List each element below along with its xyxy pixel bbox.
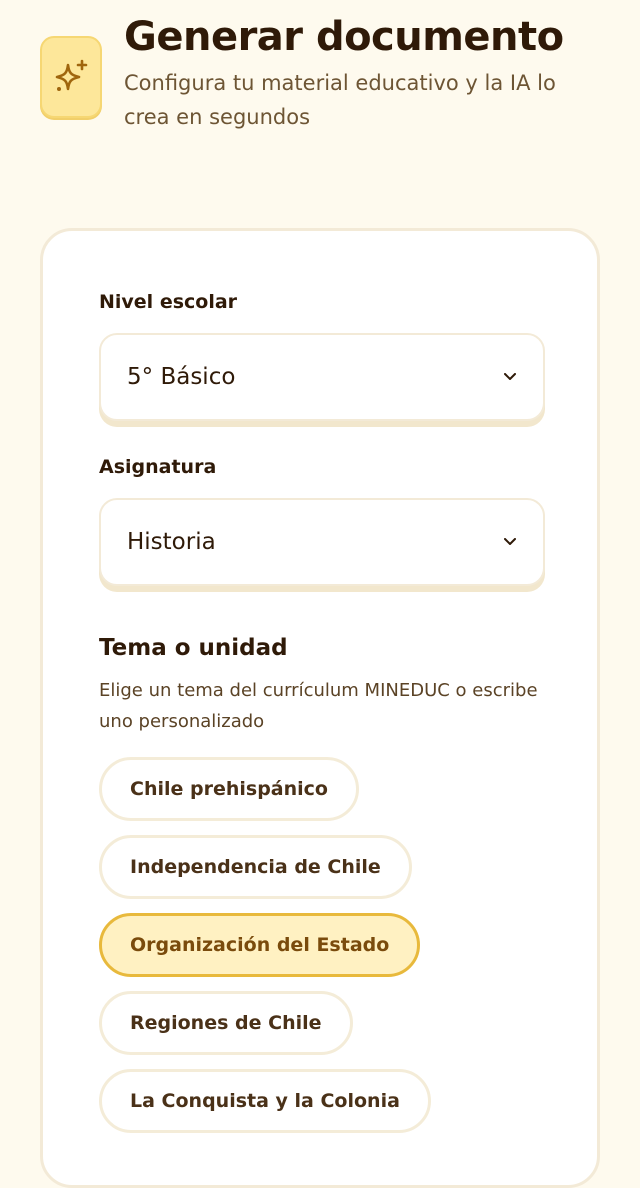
form-card: Nivel escolar 5° Básico Asignatura Histo… (40, 228, 600, 1188)
topic-chip-conquista-colonia[interactable]: La Conquista y la Colonia (99, 1069, 431, 1133)
subject-select[interactable]: Historia (99, 498, 545, 586)
level-label: Nivel escolar (99, 291, 238, 313)
topic-chip-independencia[interactable]: Independencia de Chile (99, 835, 412, 899)
topic-section-hint: Elige un tema del currículum MINEDUC o e… (99, 680, 538, 732)
sparkles-icon (40, 36, 102, 118)
topic-section-title: Tema o unidad (99, 635, 288, 661)
subject-select-value: Historia (127, 529, 216, 555)
level-select-value: 5° Básico (127, 364, 236, 390)
topic-chip-organizacion-estado[interactable]: Organización del Estado (99, 913, 421, 977)
chevron-down-icon (503, 535, 517, 549)
page-subtitle: Configura tu material educativo y la IA … (124, 71, 556, 129)
page-header: Generar documento Configura tu material … (0, 0, 640, 200)
subject-label: Asignatura (99, 456, 217, 478)
chevron-down-icon (503, 370, 517, 384)
topic-chip-chile-prehispanico[interactable]: Chile prehispánico (99, 757, 359, 821)
level-select[interactable]: 5° Básico (99, 333, 545, 421)
page-title: Generar documento (124, 14, 564, 60)
topic-chip-regiones[interactable]: Regiones de Chile (99, 991, 353, 1055)
